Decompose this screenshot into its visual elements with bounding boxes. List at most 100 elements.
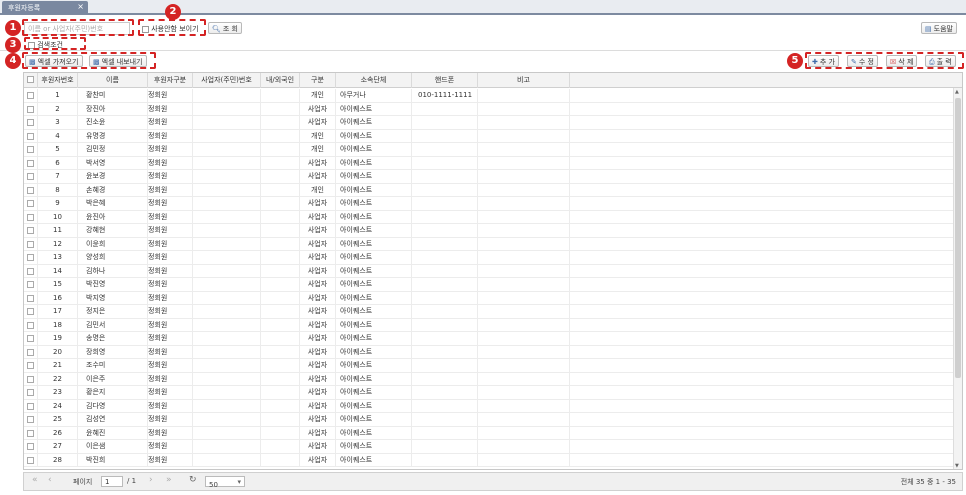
table-row[interactable]: 6 박서영 정회원 사업자 아이퀘스트 — [24, 156, 954, 170]
row-checkbox[interactable] — [27, 348, 34, 356]
next-page-icon[interactable]: › — [149, 475, 153, 485]
row-checkbox[interactable] — [27, 429, 34, 437]
column-header[interactable]: 구분 — [300, 73, 336, 88]
close-icon[interactable]: × — [77, 2, 84, 11]
page-size-select[interactable]: 50 ▾ — [205, 476, 245, 489]
row-checkbox[interactable] — [27, 294, 34, 302]
row-checkbox[interactable] — [27, 389, 34, 396]
row-select-cell[interactable] — [24, 359, 38, 372]
row-select-cell[interactable] — [24, 386, 38, 399]
table-row[interactable]: 10 윤진아 정회원 사업자 아이퀘스트 — [24, 210, 954, 224]
row-select-cell[interactable] — [24, 143, 38, 156]
row-select-cell[interactable] — [24, 251, 38, 264]
row-select-cell[interactable] — [24, 89, 38, 102]
row-select-cell[interactable] — [24, 129, 38, 143]
row-select-cell[interactable] — [24, 278, 38, 291]
table-row[interactable]: 15 박진영 정회원 사업자 아이퀘스트 — [24, 278, 954, 292]
row-select-cell[interactable] — [24, 413, 38, 426]
row-select-cell[interactable] — [24, 453, 38, 467]
row-select-cell[interactable] — [24, 156, 38, 170]
row-checkbox[interactable] — [27, 132, 34, 140]
row-select-cell[interactable] — [24, 426, 38, 440]
row-checkbox[interactable] — [27, 159, 34, 167]
table-row[interactable]: 21 조수미 정회원 사업자 아이퀘스트 — [24, 359, 954, 373]
column-header[interactable]: 후원자구분 — [148, 73, 193, 88]
table-row[interactable]: 26 윤혜진 정회원 사업자 아이퀘스트 — [24, 426, 954, 440]
table-row[interactable]: 9 박은혜 정회원 사업자 아이퀘스트 — [24, 197, 954, 211]
help-button[interactable]: ▤ 도움말 — [921, 22, 957, 34]
row-select-cell[interactable] — [24, 318, 38, 332]
row-select-cell[interactable] — [24, 399, 38, 413]
table-row[interactable]: 13 양성희 정회원 사업자 아이퀘스트 — [24, 251, 954, 265]
row-select-cell[interactable] — [24, 440, 38, 453]
row-select-cell[interactable] — [24, 305, 38, 318]
column-header[interactable]: 내/외국인 — [261, 73, 300, 88]
row-select-cell[interactable] — [24, 102, 38, 116]
table-row[interactable]: 7 윤보경 정회원 사업자 아이퀘스트 — [24, 170, 954, 184]
header-select-all[interactable] — [24, 73, 38, 88]
table-row[interactable]: 8 손혜경 정회원 개인 아이퀘스트 — [24, 183, 954, 197]
row-select-cell[interactable] — [24, 264, 38, 278]
row-checkbox[interactable] — [27, 308, 34, 315]
table-row[interactable]: 2 장진아 정회원 사업자 아이퀘스트 — [24, 102, 954, 116]
vertical-scrollbar[interactable]: ▲ ▼ — [953, 88, 962, 469]
table-row[interactable]: 27 이은샘 정회원 사업자 아이퀘스트 — [24, 440, 954, 454]
table-row[interactable]: 4 유명경 정회원 개인 아이퀘스트 — [24, 129, 954, 143]
table-row[interactable]: 16 박지영 정회원 사업자 아이퀘스트 — [24, 291, 954, 305]
row-checkbox[interactable] — [27, 240, 34, 248]
row-checkbox[interactable] — [27, 92, 34, 99]
row-checkbox[interactable] — [27, 200, 34, 207]
row-select-cell[interactable] — [24, 183, 38, 197]
row-select-cell[interactable] — [24, 237, 38, 251]
table-row[interactable]: 19 송명은 정회원 사업자 아이퀘스트 — [24, 332, 954, 346]
refresh-icon[interactable]: ↻ — [189, 475, 197, 485]
table-row[interactable]: 25 김성연 정회원 사업자 아이퀘스트 — [24, 413, 954, 427]
column-header[interactable]: 비고 — [478, 73, 570, 88]
scroll-up-icon[interactable]: ▲ — [955, 89, 959, 95]
column-header[interactable]: 후원자번호 — [38, 73, 78, 88]
table-row[interactable]: 17 정지은 정회원 사업자 아이퀘스트 — [24, 305, 954, 319]
table-row[interactable]: 11 강혜현 정회원 사업자 아이퀘스트 — [24, 224, 954, 238]
row-checkbox[interactable] — [27, 105, 34, 113]
row-checkbox[interactable] — [27, 267, 34, 275]
row-select-cell[interactable] — [24, 332, 38, 345]
column-header[interactable]: 소속단체 — [336, 73, 412, 88]
table-row[interactable]: 24 김다영 정회원 사업자 아이퀘스트 — [24, 399, 954, 413]
table-row[interactable]: 28 박진희 정회원 사업자 아이퀘스트 — [24, 453, 954, 467]
row-checkbox[interactable] — [27, 119, 34, 126]
table-row[interactable]: 12 이윤희 정회원 사업자 아이퀘스트 — [24, 237, 954, 251]
table-row[interactable]: 20 장희영 정회원 사업자 아이퀘스트 — [24, 345, 954, 359]
row-checkbox[interactable] — [27, 402, 34, 410]
column-header[interactable]: 사업자(주민)번호 — [193, 73, 261, 88]
row-checkbox[interactable] — [27, 213, 34, 221]
first-page-icon[interactable]: « — [32, 475, 38, 485]
row-checkbox[interactable] — [27, 456, 34, 464]
table-row[interactable]: 18 김민서 정회원 사업자 아이퀘스트 — [24, 318, 954, 332]
row-checkbox[interactable] — [27, 173, 34, 180]
row-checkbox[interactable] — [27, 321, 34, 329]
row-select-cell[interactable] — [24, 116, 38, 129]
row-checkbox[interactable] — [27, 254, 34, 261]
table-row[interactable]: 1 황찬미 정회원 개인 아무거나 010-1111-1111 — [24, 89, 954, 103]
row-checkbox[interactable] — [27, 186, 34, 194]
row-select-cell[interactable] — [24, 170, 38, 183]
table-row[interactable]: 3 진소윤 정회원 사업자 아이퀘스트 — [24, 116, 954, 130]
row-select-cell[interactable] — [24, 197, 38, 210]
table-row[interactable]: 22 이은주 정회원 사업자 아이퀘스트 — [24, 372, 954, 386]
scrollbar-thumb[interactable] — [955, 98, 961, 378]
scroll-down-icon[interactable]: ▼ — [955, 463, 959, 469]
prev-page-icon[interactable]: ‹ — [48, 475, 52, 485]
column-header[interactable]: 핸드폰 — [412, 73, 478, 88]
select-all-checkbox[interactable] — [27, 76, 34, 83]
row-checkbox[interactable] — [27, 281, 34, 288]
row-select-cell[interactable] — [24, 345, 38, 359]
table-row[interactable]: 14 김하나 정회원 사업자 아이퀘스트 — [24, 264, 954, 278]
tab-donor-registration[interactable]: 후원자등록 × — [2, 1, 88, 14]
row-select-cell[interactable] — [24, 210, 38, 224]
row-checkbox[interactable] — [27, 227, 34, 234]
query-button[interactable]: 🔍︎ 조 회 — [208, 22, 242, 34]
row-select-cell[interactable] — [24, 291, 38, 305]
row-checkbox[interactable] — [27, 416, 34, 423]
table-row[interactable]: 5 김민정 정회원 개인 아이퀘스트 — [24, 143, 954, 157]
row-checkbox[interactable] — [27, 375, 34, 383]
